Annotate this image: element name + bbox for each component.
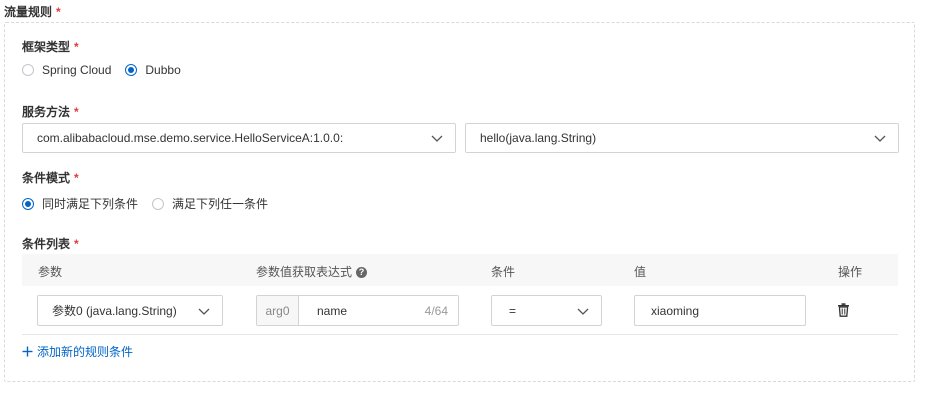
- trash-icon[interactable]: [837, 303, 850, 317]
- radio-label: Spring Cloud: [42, 63, 112, 77]
- radio-spring-cloud[interactable]: Spring Cloud: [22, 63, 111, 77]
- condition-list-label: 条件列表 *: [22, 235, 79, 252]
- radio-label: 满足下列任一条件: [172, 197, 269, 211]
- radio-circle[interactable]: [22, 197, 34, 210]
- condition-select-value: =: [509, 303, 517, 318]
- method-select-value: hello(java.lang.String): [480, 131, 597, 145]
- radio-circle[interactable]: [152, 197, 165, 210]
- condition-list-label-text: 条件列表: [22, 237, 71, 251]
- framework-radio-group: Spring Cloud Dubbo: [22, 63, 181, 77]
- radio-match-any[interactable]: 满足下列任一条件: [152, 195, 268, 212]
- chevron-down-icon: [577, 308, 589, 315]
- required-mark: *: [74, 237, 79, 251]
- expression-input[interactable]: name: [317, 304, 425, 318]
- page-title-text: 流量规则: [4, 5, 53, 19]
- radio-circle[interactable]: [22, 64, 34, 76]
- value-input-text: xiaoming: [651, 303, 700, 318]
- column-header-expression-text: 参数值获取表达式: [256, 265, 353, 279]
- value-input[interactable]: xiaoming: [634, 295, 806, 326]
- radio-dubbo[interactable]: Dubbo: [125, 63, 181, 77]
- radio-circle[interactable]: [125, 64, 138, 76]
- chevron-down-icon: [874, 135, 886, 142]
- page-title: 流量规则 *: [4, 3, 61, 20]
- condition-mode-label: 条件模式 *: [22, 169, 79, 186]
- radio-match-all[interactable]: 同时满足下列条件: [22, 195, 138, 212]
- service-method-label: 服务方法 *: [22, 103, 79, 120]
- required-mark: *: [74, 105, 79, 119]
- framework-label-text: 框架类型: [22, 40, 71, 54]
- column-header-action: 操作: [838, 265, 863, 279]
- add-condition-link[interactable]: 添加新的规则条件: [22, 343, 133, 360]
- service-select[interactable]: com.alibabacloud.mse.demo.service.HelloS…: [22, 123, 456, 153]
- radio-label: 同时满足下列条件: [42, 197, 139, 211]
- condition-select[interactable]: =: [491, 295, 602, 326]
- framework-label: 框架类型 *: [22, 38, 79, 55]
- chevron-down-icon: [198, 308, 210, 315]
- column-header-value: 值: [634, 265, 647, 279]
- expression-char-count: 4/64: [424, 303, 448, 318]
- add-condition-label: 添加新的规则条件: [37, 345, 134, 359]
- expression-input-group: arg0 name 4/64: [256, 295, 459, 326]
- table-header: 参数 参数值获取表达式? 条件 值 操作: [22, 254, 898, 286]
- column-header-expression: 参数值获取表达式?: [256, 263, 368, 280]
- param-select[interactable]: 参数0 (java.lang.String): [37, 295, 223, 326]
- service-method-label-text: 服务方法: [22, 105, 71, 119]
- expression-prefix: arg0: [257, 296, 299, 325]
- column-header-condition: 条件: [491, 265, 516, 279]
- radio-label: Dubbo: [145, 63, 181, 77]
- required-mark: *: [74, 171, 79, 185]
- condition-mode-radio-group: 同时满足下列条件 满足下列任一条件: [22, 195, 268, 212]
- help-icon[interactable]: ?: [356, 267, 368, 279]
- row-divider: [22, 334, 898, 335]
- required-mark: *: [56, 5, 61, 19]
- chevron-down-icon: [431, 135, 443, 142]
- required-mark: *: [74, 40, 79, 54]
- condition-mode-label-text: 条件模式: [22, 171, 71, 185]
- service-select-value: com.alibabacloud.mse.demo.service.HelloS…: [37, 131, 344, 145]
- method-select[interactable]: hello(java.lang.String): [465, 123, 899, 153]
- column-header-param: 参数: [38, 265, 63, 279]
- param-select-value: 参数0 (java.lang.String): [52, 304, 177, 318]
- plus-icon: [22, 346, 33, 357]
